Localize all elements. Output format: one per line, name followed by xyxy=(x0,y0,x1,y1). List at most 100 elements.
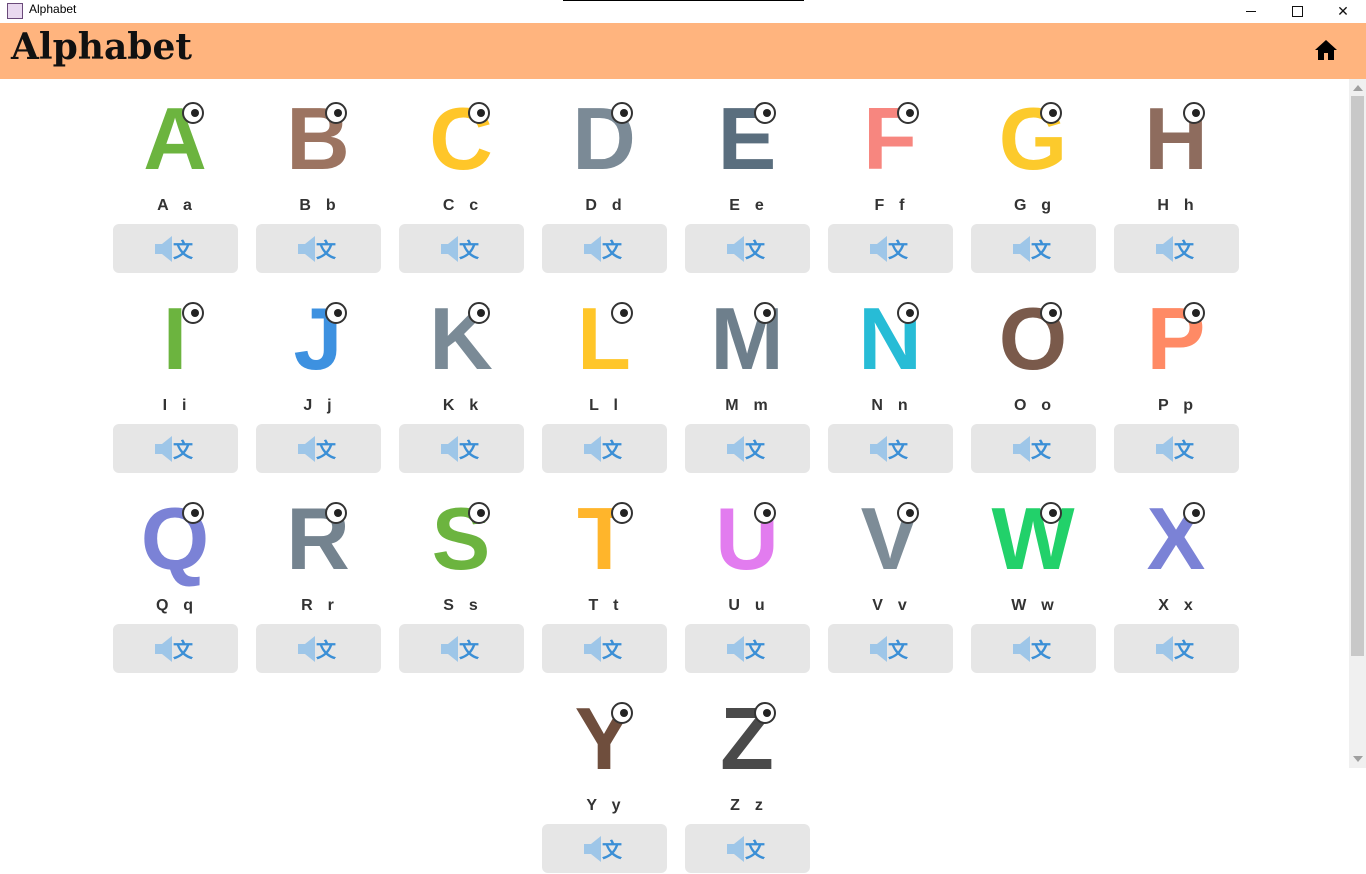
koala-icon[interactable]: K xyxy=(411,289,511,389)
animal-pupil xyxy=(477,509,485,517)
letter-card: C C c 文 xyxy=(399,79,524,274)
speak-letter-button[interactable]: 文 xyxy=(1114,424,1239,473)
speak-letter-button[interactable]: 文 xyxy=(1114,624,1239,673)
scroll-thumb[interactable] xyxy=(1351,96,1364,656)
alligator-icon[interactable]: A xyxy=(125,89,225,189)
animal-pupil xyxy=(763,509,771,517)
monkey-icon[interactable]: M xyxy=(697,289,797,389)
xray-fish-icon[interactable]: X xyxy=(1126,489,1226,589)
speaker-translate-icon: 文 xyxy=(1012,635,1052,662)
speak-letter-button[interactable]: 文 xyxy=(113,624,238,673)
translate-glyph: 文 xyxy=(1174,238,1195,262)
speak-letter-button[interactable]: 文 xyxy=(113,424,238,473)
speaker-icon xyxy=(1155,435,1173,462)
speak-letter-button[interactable]: 文 xyxy=(685,424,810,473)
pig-icon[interactable]: P xyxy=(1126,289,1226,389)
letter-card: P P p 文 xyxy=(1114,279,1239,474)
speak-letter-button[interactable]: 文 xyxy=(1114,224,1239,273)
speak-letter-button[interactable]: 文 xyxy=(399,624,524,673)
speaker-icon xyxy=(583,835,601,862)
animal-letter-glyph: W xyxy=(991,489,1074,588)
speaker-translate-icon: 文 xyxy=(726,435,766,462)
animal-pupil xyxy=(906,109,914,117)
speaker-translate-icon: 文 xyxy=(154,435,194,462)
translate-glyph: 文 xyxy=(459,638,480,662)
home-button[interactable] xyxy=(1309,33,1343,67)
animal-pupil xyxy=(763,109,771,117)
speaker-icon xyxy=(154,435,172,462)
letter-label: Z z xyxy=(730,797,765,814)
speak-letter-button[interactable]: 文 xyxy=(685,824,810,873)
speak-letter-button[interactable]: 文 xyxy=(971,424,1096,473)
unicorn-icon[interactable]: U xyxy=(697,489,797,589)
animal-pupil xyxy=(334,309,342,317)
speak-letter-button[interactable]: 文 xyxy=(542,824,667,873)
bear-icon[interactable]: B xyxy=(268,89,368,189)
speak-letter-button[interactable]: 文 xyxy=(113,224,238,273)
speak-letter-button[interactable]: 文 xyxy=(542,224,667,273)
animal-pupil xyxy=(620,709,628,717)
narwhal-icon[interactable]: N xyxy=(840,289,940,389)
speaker-translate-icon: 文 xyxy=(154,235,194,262)
owl-icon[interactable]: O xyxy=(983,289,1083,389)
speaker-translate-icon: 文 xyxy=(440,435,480,462)
speaker-icon xyxy=(583,635,601,662)
snake-icon[interactable]: S xyxy=(411,489,511,589)
speak-letter-button[interactable]: 文 xyxy=(828,624,953,673)
speak-letter-button[interactable]: 文 xyxy=(399,224,524,273)
translate-glyph: 文 xyxy=(1031,638,1052,662)
speak-letter-button[interactable]: 文 xyxy=(828,224,953,273)
scroll-up-icon[interactable] xyxy=(1353,85,1363,91)
letter-card: A A a 文 xyxy=(113,79,238,274)
home-icon xyxy=(1315,40,1337,60)
letter-card: V V v 文 xyxy=(828,479,953,674)
speak-letter-button[interactable]: 文 xyxy=(971,224,1096,273)
speak-letter-button[interactable]: 文 xyxy=(256,424,381,473)
zebra-icon[interactable]: Z xyxy=(697,689,797,789)
translate-glyph: 文 xyxy=(745,838,766,862)
speak-letter-button[interactable]: 文 xyxy=(542,424,667,473)
speak-letter-button[interactable]: 文 xyxy=(685,624,810,673)
quail-icon[interactable]: Q xyxy=(125,489,225,589)
flamingo-icon[interactable]: F xyxy=(840,89,940,189)
maximize-button[interactable] xyxy=(1274,0,1320,23)
rabbit-icon[interactable]: R xyxy=(268,489,368,589)
horse-icon[interactable]: H xyxy=(1126,89,1226,189)
iguana-icon[interactable]: I xyxy=(125,289,225,389)
speak-letter-button[interactable]: 文 xyxy=(399,424,524,473)
elephant-icon[interactable]: E xyxy=(697,89,797,189)
giraffe-icon[interactable]: G xyxy=(983,89,1083,189)
lion-icon[interactable]: L xyxy=(554,289,654,389)
dog-icon[interactable]: D xyxy=(554,89,654,189)
scroll-down-icon[interactable] xyxy=(1353,756,1363,762)
jellyfish-icon[interactable]: J xyxy=(268,289,368,389)
translate-glyph: 文 xyxy=(602,838,623,862)
speak-letter-button[interactable]: 文 xyxy=(542,624,667,673)
app-icon xyxy=(7,3,23,19)
close-button[interactable]: ✕ xyxy=(1320,0,1366,23)
letter-label: F f xyxy=(874,197,907,214)
speak-letter-button[interactable]: 文 xyxy=(971,624,1096,673)
letter-label: M m xyxy=(725,397,770,414)
speaker-translate-icon: 文 xyxy=(726,235,766,262)
speaker-icon xyxy=(726,635,744,662)
animal-pupil xyxy=(1192,109,1200,117)
speaker-translate-icon: 文 xyxy=(297,235,337,262)
cat-icon[interactable]: C xyxy=(411,89,511,189)
yak-icon[interactable]: Y xyxy=(554,689,654,789)
speak-letter-button[interactable]: 文 xyxy=(828,424,953,473)
translate-glyph: 文 xyxy=(888,238,909,262)
worm-icon[interactable]: W xyxy=(983,489,1083,589)
vertical-scrollbar[interactable] xyxy=(1349,79,1366,768)
tiger-icon[interactable]: T xyxy=(554,489,654,589)
animal-pupil xyxy=(191,309,199,317)
letter-label: D d xyxy=(585,197,624,214)
speak-letter-button[interactable]: 文 xyxy=(685,224,810,273)
vulture-icon[interactable]: V xyxy=(840,489,940,589)
minimize-button[interactable] xyxy=(1228,0,1274,23)
speak-letter-button[interactable]: 文 xyxy=(256,624,381,673)
speaker-translate-icon: 文 xyxy=(869,635,909,662)
letter-card: B B b 文 xyxy=(256,79,381,274)
speak-letter-button[interactable]: 文 xyxy=(256,224,381,273)
translate-glyph: 文 xyxy=(1031,238,1052,262)
